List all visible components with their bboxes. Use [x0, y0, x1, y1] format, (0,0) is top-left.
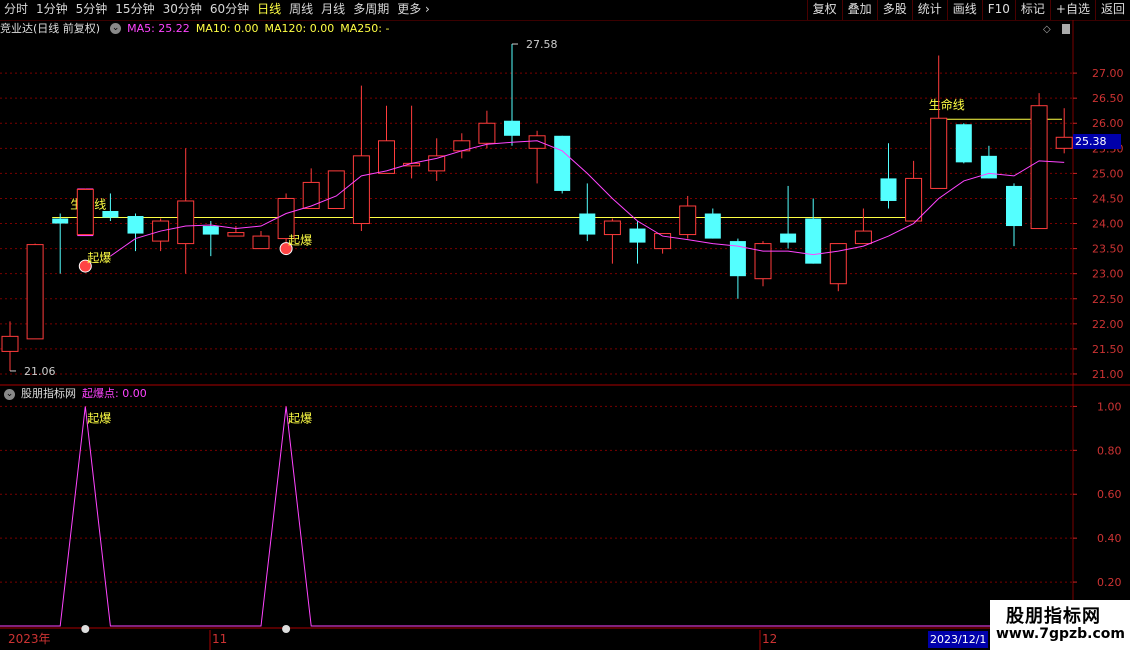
- candle-body-14: [352, 155, 370, 225]
- main-tick-label-1: 21.50: [1092, 343, 1124, 356]
- candle-body-22: [554, 135, 571, 191]
- candle-body-0: [1, 335, 19, 352]
- main-tick-label-6: 24.00: [1092, 218, 1124, 231]
- candle-body-10: [252, 235, 270, 250]
- boom-label-0: 起爆: [87, 251, 111, 265]
- sub-boom-dot-1: [282, 625, 291, 633]
- candle-body-20: [504, 120, 520, 136]
- candle-body-40: [1006, 185, 1022, 227]
- sub-boom-label-0: 起爆: [87, 411, 111, 425]
- candle-body-11: [277, 197, 295, 240]
- low-label: 21.06: [24, 365, 56, 378]
- candle-body-35: [880, 178, 897, 201]
- candle-body-7: [177, 200, 195, 245]
- candle-body-38: [955, 124, 972, 163]
- candle-body-15: [378, 140, 395, 174]
- sub-boom-label-1: 起爆: [288, 411, 312, 425]
- signal-line: [0, 406, 1073, 627]
- candle-body-27: [679, 205, 697, 236]
- cursor-date-label: 2023/12/1: [930, 633, 986, 646]
- candle-body-31: [780, 233, 797, 243]
- boom-label-1: 起爆: [288, 234, 312, 248]
- candle-body-3: [76, 188, 94, 236]
- candle-body-34: [854, 230, 872, 245]
- candle-body-2: [52, 218, 69, 224]
- main-tick-label-7: 24.50: [1092, 192, 1124, 205]
- candle-body-8: [202, 226, 219, 235]
- main-tick-label-12: 27.00: [1092, 67, 1124, 80]
- main-tick-label-10: 26.00: [1092, 117, 1124, 130]
- kline-chart[interactable]: 21.00 21.50 22.00 22.50 23.00 23.50 24.00 24.50…: [0, 0, 1130, 650]
- main-tick-label-4: 23.00: [1092, 268, 1124, 281]
- sub-tick-label-0: 0.20: [1097, 576, 1122, 589]
- date-label-2: 12: [762, 632, 777, 646]
- main-tick-label-5: 23.50: [1092, 243, 1124, 256]
- candle-body-9: [227, 232, 245, 237]
- main-tick-label-3: 22.50: [1092, 293, 1124, 306]
- candle-body-42: [1055, 136, 1073, 149]
- main-tick-label-11: 26.50: [1092, 92, 1124, 105]
- candle-body-19: [478, 122, 496, 144]
- candle-body-24: [603, 220, 621, 236]
- candle-body-12: [302, 181, 320, 209]
- sub-tick-label-3: 0.80: [1097, 444, 1122, 457]
- candle-body-30: [754, 243, 772, 280]
- date-label-0: 2023年: [8, 632, 51, 646]
- candle-body-23: [579, 213, 596, 235]
- main-tick-label-8: 25.00: [1092, 167, 1124, 180]
- candle-body-32: [805, 218, 822, 264]
- sub-tick-label-2: 0.60: [1097, 488, 1122, 501]
- sub-boom-dot-0: [81, 625, 90, 633]
- candle-body-25: [629, 228, 646, 243]
- candle-body-13: [327, 170, 345, 209]
- main-tick-label-2: 22.00: [1092, 318, 1124, 331]
- sub-tick-label-4: 1.00: [1097, 400, 1122, 413]
- sub-tick-label-1: 0.40: [1097, 532, 1122, 545]
- candle-body-1: [26, 244, 44, 340]
- watermark-title: 股朋指标网: [1006, 606, 1101, 627]
- candle-body-4: [102, 211, 119, 218]
- watermark: 股朋指标网 www.7gpzb.com: [990, 600, 1130, 650]
- high-label: 27.58: [526, 38, 558, 51]
- main-tick-label-0: 21.00: [1092, 368, 1124, 381]
- candle-body-41: [1030, 105, 1048, 230]
- lifeline-label-1: 生命线: [929, 97, 965, 112]
- candle-body-28: [704, 213, 721, 239]
- candle-body-5: [127, 216, 144, 234]
- candle-body-37: [930, 117, 948, 189]
- candle-body-36: [905, 177, 923, 222]
- watermark-url: www.7gpzb.com: [996, 626, 1126, 642]
- current-price-tag: 25.38: [1073, 134, 1121, 149]
- date-label-1: 11: [212, 632, 227, 646]
- candle-body-21: [528, 135, 546, 149]
